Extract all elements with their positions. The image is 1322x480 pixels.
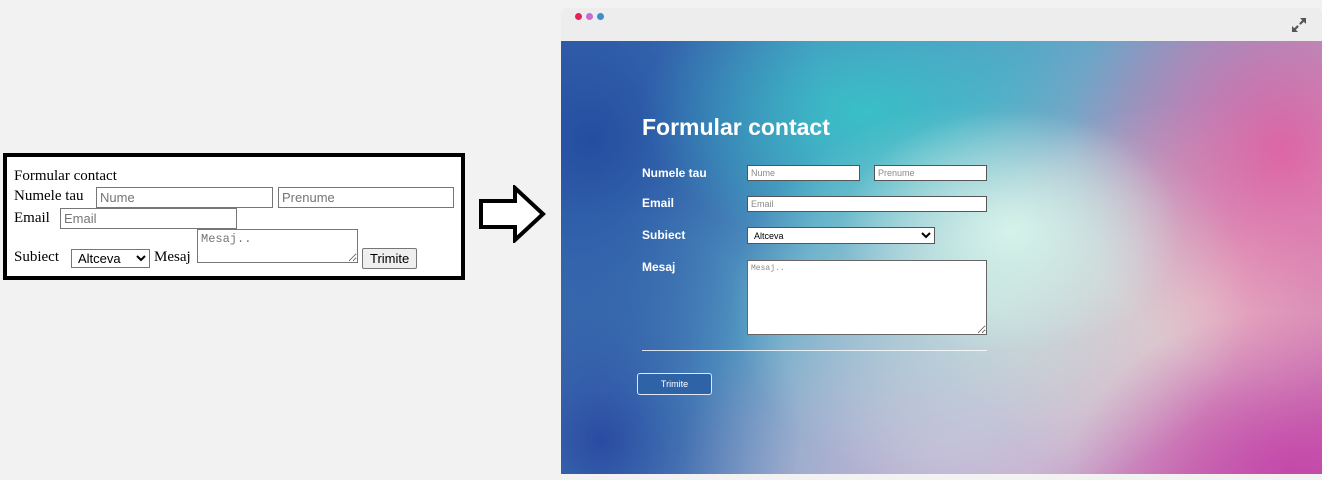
first-name-input[interactable] [96, 187, 273, 208]
email-input[interactable] [747, 196, 987, 212]
form-title: Formular contact [14, 168, 117, 184]
message-label: Mesaj [154, 249, 191, 265]
subject-label: Subiect [642, 228, 686, 242]
subject-label: Subiect [14, 249, 59, 265]
subject-select[interactable]: Altceva [71, 249, 150, 268]
name-label: Numele tau [14, 188, 84, 204]
submit-button[interactable]: Trimite [637, 373, 712, 395]
message-textarea[interactable] [747, 260, 987, 335]
message-label: Mesaj [642, 260, 676, 274]
subject-select[interactable]: Altceva [747, 227, 935, 244]
email-label: Email [642, 196, 675, 210]
expand-icon[interactable] [1290, 16, 1308, 34]
name-label: Numele tau [642, 166, 707, 180]
last-name-input[interactable] [874, 165, 987, 181]
submit-button[interactable]: Trimite [362, 248, 418, 269]
window-titlebar [561, 8, 1322, 41]
first-name-input[interactable] [747, 165, 860, 181]
form-title: Formular contact [642, 114, 830, 140]
form-divider [642, 350, 987, 351]
styled-form-page: Formular contact Numele tau Email Subiec… [561, 41, 1322, 474]
browser-window: Formular contact Numele tau Email Subiec… [561, 8, 1322, 474]
last-name-input[interactable] [278, 187, 454, 208]
email-input[interactable] [60, 208, 237, 229]
email-label: Email [14, 210, 50, 226]
unstyled-form-preview: Formular contact Numele tau Email Subiec… [3, 153, 465, 280]
right-arrow-icon [479, 185, 546, 243]
maximize-dot-icon[interactable] [597, 13, 604, 20]
close-dot-icon[interactable] [575, 13, 582, 20]
minimize-dot-icon[interactable] [586, 13, 593, 20]
message-textarea[interactable] [197, 229, 358, 263]
